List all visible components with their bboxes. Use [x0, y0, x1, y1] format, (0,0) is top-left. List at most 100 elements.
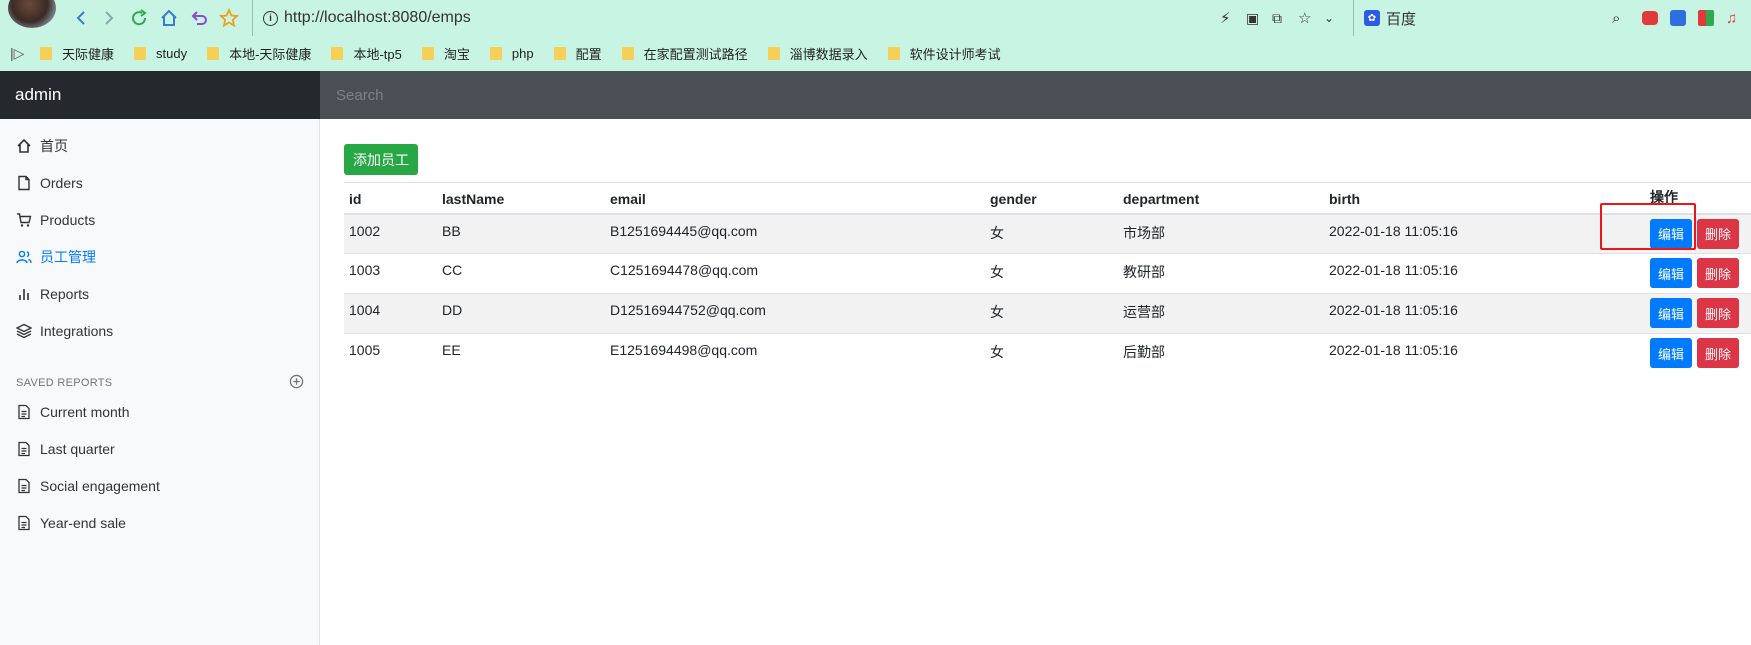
cell-id: 1005 — [344, 333, 437, 374]
saved-report-item[interactable]: Social engagement — [16, 475, 160, 497]
home-icon — [16, 138, 32, 154]
cell-gender: 女 — [985, 253, 1118, 294]
folder-icon — [134, 47, 147, 60]
file-icon — [16, 175, 32, 191]
sidebar-item-reports[interactable]: Reports — [16, 283, 89, 305]
table-header-row: id lastName email gender department birt… — [344, 182, 1751, 215]
sidebar-item-label: Integrations — [40, 323, 114, 339]
bookmark-item[interactable]: study — [134, 46, 187, 61]
lightning-icon[interactable]: ⚡ — [1220, 9, 1246, 27]
extension-game-icon[interactable] — [1642, 11, 1670, 25]
back-icon[interactable] — [70, 7, 92, 29]
sidebar-item-employees[interactable]: 员工管理 — [16, 246, 96, 268]
cart-icon — [16, 212, 32, 228]
sidebar-toggle-icon[interactable]: |▷ — [10, 45, 26, 62]
saved-report-item[interactable]: Year-end sale — [16, 512, 126, 534]
search-engine-box[interactable]: ✿ 百度 — [1353, 0, 1416, 36]
folder-icon — [331, 47, 344, 60]
cell-birth: 2022-01-18 11:05:16 — [1324, 253, 1645, 294]
delete-button[interactable]: 删除 — [1697, 258, 1740, 288]
employee-table: id lastName email gender department birt… — [344, 182, 1751, 374]
layers-icon — [16, 323, 32, 339]
file-text-icon — [16, 441, 32, 457]
browser-toolbar: i http://localhost:8080/emps ⚡ ▣ ⧉ ☆ ⌄ ✿… — [0, 0, 1751, 36]
column-header-gender: gender — [985, 182, 1118, 215]
brand[interactable]: admin — [0, 71, 320, 119]
cell-birth: 2022-01-18 11:05:16 — [1324, 213, 1645, 254]
bookmark-item[interactable]: 软件设计师考试 — [887, 44, 1001, 63]
url-text: http://localhost:8080/emps — [284, 9, 471, 26]
main-content: 添加员工 id lastName email gender department… — [321, 119, 1751, 645]
delete-button[interactable]: 删除 — [1697, 298, 1740, 328]
cell-email: C1251694478@qq.com — [605, 253, 985, 294]
bookmark-item[interactable]: 淘宝 — [421, 44, 470, 63]
sidebar-item-label: 首页 — [40, 138, 68, 154]
profile-avatar[interactable] — [8, 0, 56, 28]
table-row: 1005 EE E1251694498@qq.com 女 后勤部 2022-01… — [344, 333, 1751, 374]
edit-button[interactable]: 编辑 — [1650, 218, 1693, 249]
folder-icon — [553, 47, 566, 60]
address-bar[interactable]: i http://localhost:8080/emps — [252, 0, 471, 36]
cell-actions: 编辑 删除 — [1645, 253, 1751, 294]
extension-translate-icon[interactable] — [1670, 10, 1698, 26]
baidu-icon: ✿ — [1364, 10, 1380, 26]
top-navbar: admin — [0, 71, 1751, 119]
column-header-id: id — [344, 182, 437, 215]
delete-button[interactable]: 删除 — [1697, 338, 1740, 368]
cell-department: 运营部 — [1118, 293, 1324, 334]
cell-department: 后勤部 — [1118, 333, 1324, 374]
extension-tools: ⌕ ♫ — [1612, 0, 1740, 36]
cell-email: D12516944752@qq.com — [605, 293, 985, 334]
table-row: 1002 BB B1251694445@qq.com 女 市场部 2022-01… — [344, 213, 1751, 254]
undo-icon[interactable] — [188, 7, 210, 29]
cell-department: 教研部 — [1118, 253, 1324, 294]
edit-button[interactable]: 编辑 — [1650, 338, 1693, 368]
cell-gender: 女 — [985, 293, 1118, 334]
saved-report-label: Year-end sale — [40, 515, 126, 531]
cell-lastname: DD — [437, 293, 605, 334]
cell-lastname: BB — [437, 213, 605, 254]
sidebar-item-orders[interactable]: Orders — [16, 172, 83, 194]
sidebar-item-label: Reports — [40, 286, 90, 302]
site-info-icon[interactable]: i — [263, 10, 278, 26]
cell-gender: 女 — [985, 333, 1118, 374]
folder-icon — [489, 47, 502, 60]
chevron-down-icon[interactable]: ⌄ — [1324, 11, 1350, 25]
cell-lastname: CC — [437, 253, 605, 294]
saved-report-item[interactable]: Last quarter — [16, 438, 115, 460]
bookmark-item[interactable]: 本地-tp5 — [331, 44, 402, 63]
plus-circle-icon[interactable] — [289, 374, 304, 392]
sidebar-item-integrations[interactable]: Integrations — [16, 320, 113, 342]
bookmark-item[interactable]: 淄博数据录入 — [767, 44, 868, 63]
bookmark-item[interactable]: php — [489, 46, 534, 61]
address-tools: ⚡ ▣ ⧉ ☆ ⌄ — [1220, 0, 1350, 36]
cell-email: E1251694498@qq.com — [605, 333, 985, 374]
extension-music-icon[interactable]: ♫ — [1726, 10, 1740, 27]
home-page-icon[interactable] — [158, 7, 180, 29]
edit-button[interactable]: 编辑 — [1650, 298, 1693, 328]
reload-icon[interactable] — [128, 7, 150, 29]
cell-birth: 2022-01-18 11:05:16 — [1324, 293, 1645, 334]
bookmark-item[interactable]: 本地-天际健康 — [207, 44, 311, 63]
column-header-birth: birth — [1324, 182, 1645, 215]
favorite-star-icon[interactable] — [218, 7, 240, 29]
delete-button[interactable]: 删除 — [1697, 218, 1740, 249]
table-row: 1003 CC C1251694478@qq.com 女 教研部 2022-01… — [344, 253, 1751, 294]
qr-code-icon[interactable]: ▣ — [1246, 10, 1272, 27]
edit-button[interactable]: 编辑 — [1650, 258, 1693, 288]
search-input[interactable] — [320, 71, 1751, 119]
add-employee-button[interactable]: 添加员工 — [344, 144, 418, 175]
bookmark-item[interactable]: 配置 — [553, 44, 602, 63]
sidebar-item-home[interactable]: 首页 — [16, 135, 68, 157]
extension-grid-icon[interactable] — [1698, 10, 1726, 26]
bookmark-item[interactable]: 天际健康 — [40, 44, 114, 63]
saved-report-item[interactable]: Current month — [16, 401, 129, 423]
bookmark-star-icon[interactable]: ☆ — [1298, 9, 1324, 27]
folder-icon — [621, 47, 634, 60]
users-icon — [16, 249, 32, 265]
translate-icon[interactable]: ⧉ — [1272, 10, 1298, 27]
magnifier-icon[interactable]: ⌕ — [1612, 10, 1642, 27]
bookmark-item[interactable]: 在家配置测试路径 — [621, 44, 748, 63]
forward-icon[interactable] — [98, 7, 120, 29]
sidebar-item-products[interactable]: Products — [16, 209, 95, 231]
